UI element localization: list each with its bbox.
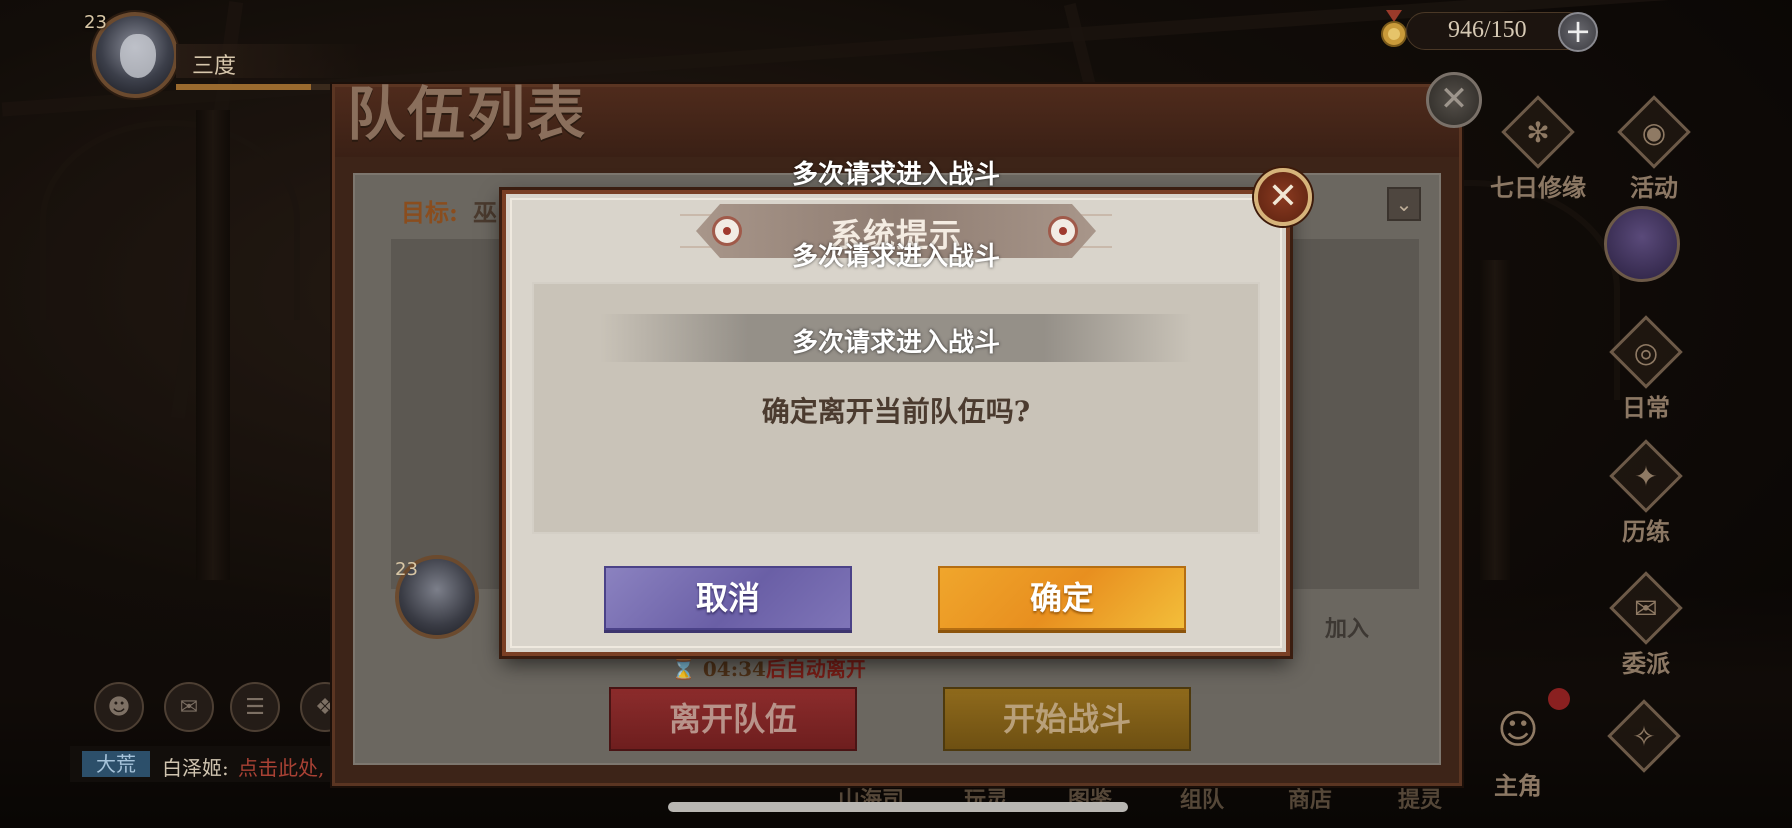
nav-shop[interactable]: 商店 (1288, 782, 1332, 814)
notes-icon[interactable]: ☰ (230, 682, 280, 732)
notification-dot (1548, 688, 1570, 710)
dialog-close-icon[interactable]: ✕ (1254, 168, 1312, 226)
menu-label: 日常 (1622, 393, 1670, 422)
confirm-button[interactable]: 确定 (938, 566, 1186, 630)
timer-suffix: 后自动离开 (765, 657, 866, 681)
team-panel-title: 队伍列表 (347, 80, 588, 148)
team-member-level: 23 (395, 559, 418, 580)
timer-value: 04:34 (702, 657, 766, 681)
menu-settings-emblem[interactable]: ✧ (1594, 698, 1694, 774)
chevron-down-icon[interactable]: ⌄ (1387, 187, 1421, 221)
player-xp-fill (176, 84, 311, 90)
nav-tiling[interactable]: 提灵 (1398, 782, 1442, 814)
player-xp-bar (176, 84, 356, 90)
dialog-message: 确定离开当前队伍吗? (761, 395, 1031, 428)
chat-channel-tag: 大荒 (82, 751, 150, 777)
menu-label: 活动 (1630, 173, 1678, 202)
stamina-value: 946/150 (1448, 17, 1527, 43)
menu-dispatch[interactable]: ✉ 委派 (1596, 570, 1696, 679)
event-character-portrait[interactable] (1592, 206, 1692, 282)
event-icon: ◉ (1616, 94, 1692, 170)
team-target-value: 巫 (473, 198, 497, 227)
toast-message: 多次请求进入战斗 (791, 328, 1000, 358)
player-name: 三度 (192, 54, 237, 79)
chat-sender: 白泽姬: (162, 756, 229, 780)
start-battle-button[interactable]: 开始战斗 (943, 687, 1191, 751)
hourglass-icon: ⌛ (671, 657, 703, 681)
menu-seven-day[interactable]: ✻ 七日修缘 (1488, 94, 1588, 203)
stamina-plus-icon[interactable]: + (1558, 12, 1598, 52)
toast-message: 多次请求进入战斗 (791, 242, 1000, 272)
daily-icon: ◎ (1608, 314, 1684, 390)
hero-icon: ☺ (1497, 707, 1539, 753)
chat-message[interactable]: 点击此处, (238, 752, 324, 781)
leave-team-button[interactable]: 离开队伍 (609, 687, 857, 751)
seven-day-icon: ✻ (1500, 94, 1576, 170)
auto-leave-timer: ⌛ 04:34后自动离开 (671, 653, 866, 682)
training-icon: ✦ (1608, 438, 1684, 514)
team-target-label: 目标: (401, 198, 458, 227)
menu-daily[interactable]: ◎ 日常 (1596, 314, 1696, 423)
menu-label: 委派 (1622, 649, 1670, 678)
menu-label: 历练 (1622, 517, 1670, 546)
team-panel-close-icon[interactable]: ✕ (1426, 72, 1482, 128)
friends-icon[interactable]: ☻ (94, 682, 144, 732)
menu-label: 主角 (1494, 771, 1542, 800)
toast-message: 多次请求进入战斗 (791, 160, 1000, 190)
nav-zudui[interactable]: 组队 (1180, 782, 1224, 814)
team-join-slot-label[interactable]: 加入 (1325, 611, 1369, 643)
emblem-icon: ✧ (1606, 698, 1682, 774)
mail-icon[interactable]: ✉ (164, 682, 214, 732)
home-indicator[interactable] (668, 802, 1128, 812)
dispatch-icon: ✉ (1608, 570, 1684, 646)
cancel-button[interactable]: 取消 (604, 566, 852, 630)
menu-training[interactable]: ✦ 历练 (1596, 438, 1696, 547)
menu-event[interactable]: ◉ 活动 (1604, 94, 1704, 203)
character-portrait-icon (1604, 206, 1680, 282)
player-level: 23 (84, 12, 107, 33)
menu-label: 七日修缘 (1490, 173, 1586, 202)
